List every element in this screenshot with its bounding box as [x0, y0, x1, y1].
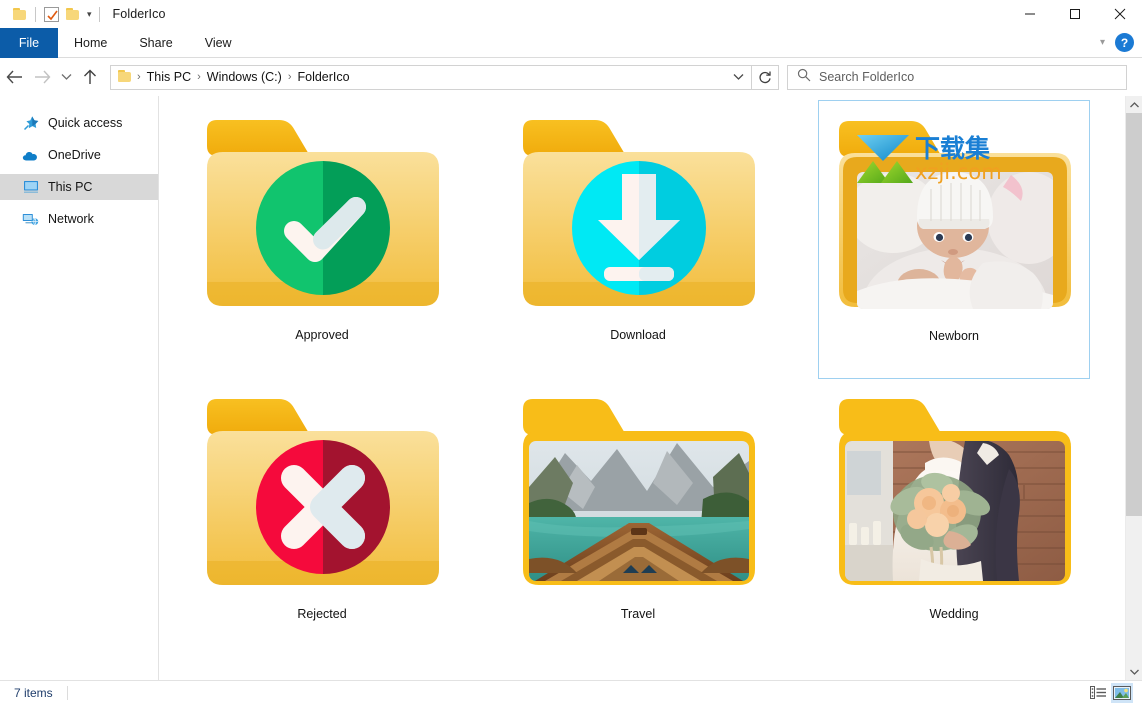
sidebar-label: Network [48, 212, 94, 226]
help-button[interactable]: ? [1115, 33, 1134, 52]
photo-baby [856, 171, 1053, 309]
list-item[interactable]: Download [502, 100, 774, 379]
divider [66, 685, 68, 700]
item-count: 7 items [14, 685, 53, 700]
folder-icon-newborn: 下载集 xzji.com [833, 113, 1076, 316]
scroll-down-button[interactable] [1126, 663, 1142, 680]
list-item-label: Download [610, 328, 666, 342]
folder-thumbnail [197, 381, 447, 603]
network-icon [22, 211, 39, 228]
status-bar: 7 items [0, 680, 1142, 704]
sidebar-label: Quick access [48, 116, 123, 130]
tab-share[interactable]: Share [123, 28, 188, 58]
ribbon-tab-bar: File Home Share View ▾ ? [0, 28, 1142, 58]
list-item-selected[interactable]: 下载集 xzji.com Newborn [818, 100, 1090, 379]
cloud-icon [22, 147, 39, 164]
folder-thumbnail: 下载集 xzji.com [829, 103, 1079, 325]
list-item-label: Wedding [929, 607, 979, 621]
view-buttons [1087, 682, 1142, 703]
window-controls [1007, 0, 1142, 28]
search-icon [797, 68, 811, 87]
title-bar: ▾ FolderIco [0, 0, 1142, 28]
checkbox-icon[interactable] [40, 3, 62, 25]
list-item[interactable]: Approved [186, 100, 458, 379]
list-item-label: Rejected [297, 607, 347, 621]
search-input[interactable]: Search FolderIco [819, 70, 914, 84]
list-item-label: Travel [620, 607, 656, 621]
photo-travel [528, 440, 749, 581]
content-area: Quick access OneDrive This PC Network Ap… [0, 96, 1142, 680]
sidebar-item-onedrive[interactable]: OneDrive [0, 142, 158, 168]
quick-access-toolbar: ▾ [0, 3, 104, 25]
folder-thumbnail [829, 381, 1079, 603]
search-box[interactable]: Search FolderIco [787, 64, 1127, 90]
explorer-window: ▾ FolderIco File Home Share View ▾ ? › T… [0, 0, 1142, 704]
breadcrumb-folderico[interactable]: FolderIco [292, 70, 354, 84]
breadcrumb-windows-c[interactable]: Windows (C:) [202, 70, 287, 84]
address-dropdown-icon[interactable] [725, 66, 751, 89]
folder-icon-approved [201, 112, 444, 315]
divider [98, 6, 100, 22]
folder-icon[interactable] [62, 3, 84, 25]
icon-grid: Approved Download 下载集 xzji.com Newborn R… [159, 96, 1134, 658]
minimize-button[interactable] [1007, 0, 1052, 28]
pin-star-icon [22, 115, 39, 132]
list-item[interactable]: Wedding [818, 379, 1090, 658]
chevron-down-icon[interactable]: ▾ [1100, 37, 1105, 48]
sidebar-item-network[interactable]: Network [0, 206, 158, 232]
folder-icon-download [517, 112, 760, 315]
back-arrow-icon[interactable] [0, 62, 28, 92]
details-view-icon[interactable] [1087, 683, 1109, 703]
tab-view[interactable]: View [189, 28, 248, 58]
list-item-label: Newborn [928, 329, 980, 343]
file-list-pane[interactable]: Approved Download 下载集 xzji.com Newborn R… [159, 96, 1142, 680]
divider [35, 6, 36, 22]
breadcrumb-this-pc[interactable]: This PC [142, 70, 196, 84]
recent-locations-icon[interactable] [56, 62, 76, 92]
sidebar-item-quick-access[interactable]: Quick access [0, 110, 158, 136]
list-item[interactable]: Rejected [186, 379, 458, 658]
refresh-button[interactable] [752, 64, 779, 90]
ribbon-right-controls: ▾ ? [1100, 28, 1142, 57]
sidebar-label: This PC [48, 180, 93, 194]
scrollbar-thumb[interactable] [1126, 113, 1142, 516]
folder-thumbnail [513, 381, 763, 603]
up-arrow-icon[interactable] [76, 62, 104, 92]
folder-thumbnail [513, 102, 763, 324]
list-item-label: Approved [295, 328, 349, 342]
vertical-scrollbar[interactable] [1125, 96, 1142, 680]
maximize-button[interactable] [1052, 0, 1097, 28]
close-button[interactable] [1097, 0, 1142, 28]
tab-file[interactable]: File [0, 28, 58, 58]
folder-icon-travel [517, 391, 760, 594]
folder-thumbnail [197, 102, 447, 324]
large-icons-view-icon[interactable] [1111, 682, 1133, 703]
dropdown-caret-icon[interactable]: ▾ [84, 9, 95, 20]
folder-icon-wedding [833, 391, 1076, 594]
window-title: FolderIco [112, 7, 166, 21]
sidebar-label: OneDrive [48, 148, 101, 162]
sidebar-item-this-pc[interactable]: This PC [0, 174, 158, 200]
list-item[interactable]: Travel [502, 379, 774, 658]
tab-home[interactable]: Home [58, 28, 123, 58]
photo-wedding [844, 440, 1065, 581]
monitor-icon [22, 179, 39, 196]
folder-icon [118, 70, 134, 84]
address-input[interactable]: › This PC › Windows (C:) › FolderIco [110, 64, 752, 90]
folder-icon[interactable] [9, 3, 31, 25]
address-bar: › This PC › Windows (C:) › FolderIco Sea… [0, 59, 1142, 95]
folder-icon-rejected [201, 391, 444, 594]
navigation-pane: Quick access OneDrive This PC Network [0, 96, 159, 680]
scroll-up-button[interactable] [1126, 96, 1142, 113]
forward-arrow-icon[interactable] [28, 62, 56, 92]
